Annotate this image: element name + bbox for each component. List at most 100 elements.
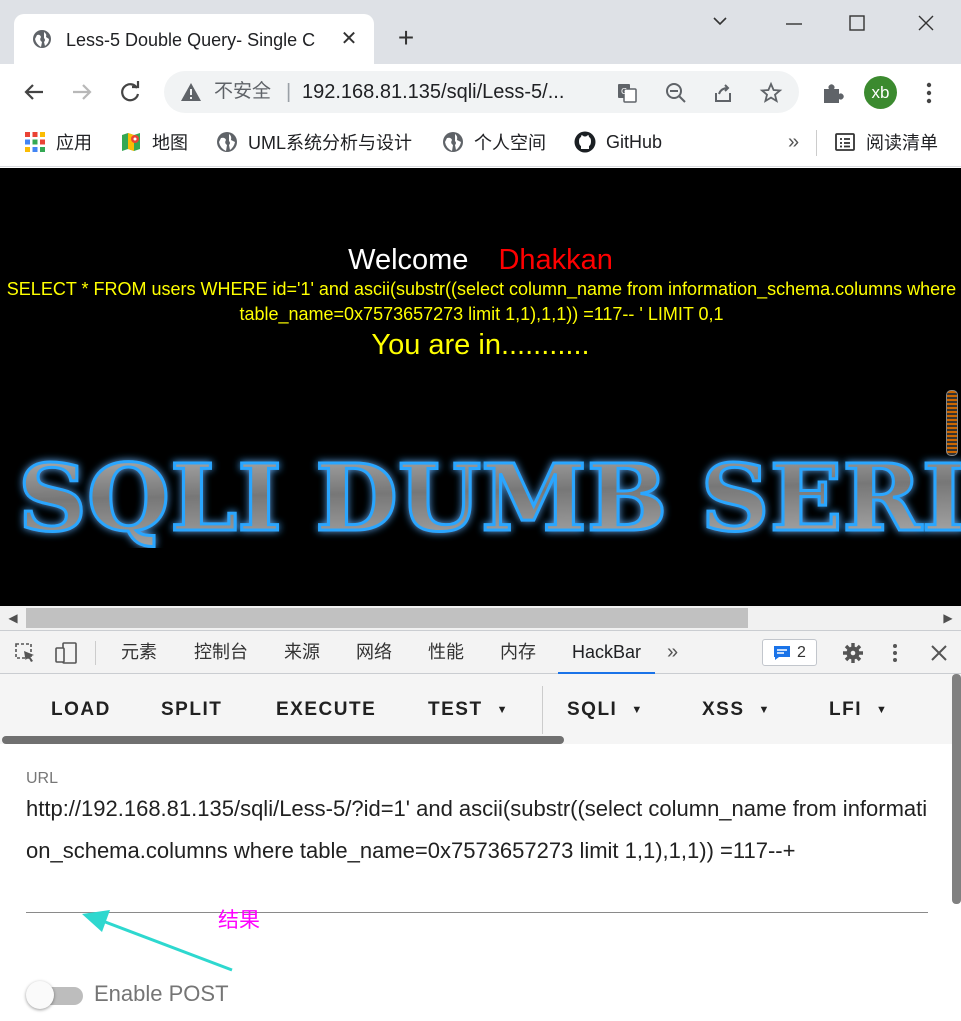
caret-down-icon: ▼ — [758, 704, 771, 716]
welcome-text: Welcome — [348, 244, 469, 276]
device-toolbar-icon[interactable] — [54, 642, 78, 664]
bookmark-github[interactable]: GitHub — [574, 128, 662, 156]
github-icon — [574, 131, 596, 153]
bookmark-label: GitHub — [606, 131, 663, 152]
test-menu-button[interactable]: TEST ▼ — [428, 698, 509, 722]
sqli-menu-button[interactable]: SQLI ▼ — [567, 698, 644, 722]
settings-gear-icon[interactable] — [841, 642, 865, 664]
reading-list-label: 阅读清单 — [866, 133, 938, 153]
horizontal-scroll-thumb[interactable] — [26, 608, 748, 628]
address-bar[interactable]: 不安全 | 192.168.81.135/sqli/Less-5/... G — [164, 71, 799, 113]
issues-count: 2 — [797, 643, 806, 661]
reload-icon[interactable] — [115, 77, 145, 107]
more-tabs-chevron[interactable]: » — [667, 631, 678, 674]
lfi-label: LFI — [829, 699, 862, 721]
devtools-menu-icon[interactable] — [883, 642, 907, 664]
devtools-scrollbar[interactable] — [952, 674, 961, 904]
page-scroll-thumb[interactable] — [946, 390, 958, 456]
bookmarks-bar: 应用 地图 UML系统分析与设计 个人空间 GitHub » 阅读清单 — [0, 120, 961, 167]
globe-icon — [33, 30, 51, 48]
security-label[interactable]: 不安全 — [214, 80, 271, 104]
tab-network[interactable]: 网络 — [356, 631, 392, 674]
xss-label: XSS — [702, 699, 745, 721]
close-devtools-icon[interactable] — [927, 642, 951, 664]
result-annotation: 结果 — [218, 909, 260, 932]
tab-console[interactable]: 控制台 — [194, 631, 248, 674]
translate-icon[interactable]: G — [615, 81, 639, 105]
share-icon[interactable] — [711, 81, 735, 105]
lfi-menu-button[interactable]: LFI ▼ — [829, 698, 888, 722]
tab-title: Less-5 Double Query- Single C — [66, 30, 316, 50]
tab-close-icon[interactable]: ✕ — [336, 26, 362, 52]
profile-avatar[interactable]: xb — [864, 76, 897, 109]
bookmark-label: UML系统分析与设计 — [248, 133, 413, 153]
warning-icon[interactable] — [180, 81, 202, 103]
tab-elements[interactable]: 元素 — [121, 631, 157, 674]
bookmark-star-icon[interactable] — [759, 81, 783, 105]
tab-hackbar[interactable]: HackBar — [558, 631, 656, 674]
tab-memory[interactable]: 内存 — [500, 631, 536, 674]
banner-text: SQLI DUMB SERIES — [18, 444, 961, 548]
enable-post-toggle-knob[interactable] — [26, 981, 54, 1009]
sqli-label: SQLI — [567, 699, 618, 721]
tab-search-icon[interactable] — [702, 8, 738, 38]
zoom-out-icon[interactable] — [664, 81, 688, 105]
maximize-icon[interactable] — [839, 8, 875, 38]
devtools-tab-bar: 元素 控制台 来源 网络 性能 内存 HackBar » 2 — [0, 630, 961, 674]
maps-icon — [122, 133, 140, 151]
new-tab-icon[interactable]: + — [392, 24, 420, 52]
bookmark-label: 个人空间 — [474, 133, 546, 153]
split-button[interactable]: SPLIT — [161, 698, 222, 722]
tab-strip: Less-5 Double Query- Single C ✕ + — [0, 0, 961, 64]
extensions-puzzle-icon[interactable] — [819, 80, 845, 106]
tab-performance[interactable]: 性能 — [428, 631, 464, 674]
bookmark-uml[interactable]: UML系统分析与设计 — [216, 128, 412, 156]
browser-toolbar: 不安全 | 192.168.81.135/sqli/Less-5/... G x… — [0, 64, 961, 120]
status-message: You are in........... — [371, 329, 590, 361]
inspect-element-icon[interactable] — [14, 642, 38, 664]
scroll-left-arrow-icon[interactable]: ◀ — [6, 611, 20, 625]
forward-arrow-icon[interactable] — [67, 77, 97, 107]
minimize-icon[interactable] — [776, 8, 812, 38]
close-window-icon[interactable] — [908, 8, 944, 38]
issues-badge[interactable]: 2 — [762, 639, 817, 666]
caret-down-icon: ▼ — [496, 704, 509, 716]
horizontal-scrollbar[interactable]: ◀ ▶ — [0, 606, 961, 630]
tab-sources[interactable]: 来源 — [284, 631, 320, 674]
sql-query-text: SELECT * FROM users WHERE id='1' and asc… — [6, 279, 957, 324]
execute-button[interactable]: EXECUTE — [276, 698, 376, 722]
url-field-label: URL — [26, 770, 59, 787]
back-arrow-icon[interactable] — [19, 77, 49, 107]
bookmark-label: 应用 — [56, 133, 92, 153]
hackbar-panel: URL http://192.168.81.135/sqli/Less-5/?i… — [0, 744, 961, 1021]
caret-down-icon: ▼ — [876, 704, 889, 716]
load-button[interactable]: LOAD — [51, 698, 111, 722]
bookmark-label: 地图 — [152, 133, 188, 153]
globe-icon — [217, 132, 237, 152]
message-icon — [774, 645, 791, 660]
browser-tab[interactable]: Less-5 Double Query- Single C ✕ — [14, 14, 374, 64]
more-vert-icon[interactable] — [916, 80, 942, 106]
svg-text:G: G — [621, 87, 627, 96]
xss-menu-button[interactable]: XSS ▼ — [702, 698, 771, 722]
scroll-right-arrow-icon[interactable]: ▶ — [941, 611, 955, 625]
welcome-line: Welcome Dhakkan — [0, 242, 961, 278]
reading-list-icon — [835, 133, 855, 151]
url-separator: | — [286, 81, 292, 103]
sqli-dumb-series-banner: SQLI DUMB SERIES — [17, 443, 961, 549]
enable-post-label: Enable POST — [94, 981, 229, 1006]
url-textarea[interactable]: http://192.168.81.135/sqli/Less-5/?id=1'… — [26, 788, 938, 872]
bookmark-maps[interactable]: 地图 — [120, 128, 188, 156]
bookmark-apps[interactable]: 应用 — [24, 128, 92, 156]
annotation-arrow — [82, 910, 233, 972]
reading-list[interactable]: 阅读清单 — [834, 128, 938, 156]
user-name: Dhakkan — [498, 244, 613, 276]
url-text[interactable]: 192.168.81.135/sqli/Less-5/... — [302, 79, 602, 105]
apps-grid-icon — [25, 132, 45, 152]
hackbar-toolbar: LOAD SPLIT EXECUTE TEST ▼ SQLI ▼ XSS ▼ LFI ▼ — [0, 674, 961, 744]
hackbar-divider — [542, 686, 543, 734]
hackbar-scroll-thumb[interactable] — [2, 736, 564, 744]
bookmarks-overflow-chevron[interactable]: » — [788, 128, 799, 156]
page-viewport: Welcome Dhakkan SELECT * FROM users WHERE… — [0, 168, 961, 606]
bookmark-personal-space[interactable]: 个人空间 — [442, 128, 546, 156]
